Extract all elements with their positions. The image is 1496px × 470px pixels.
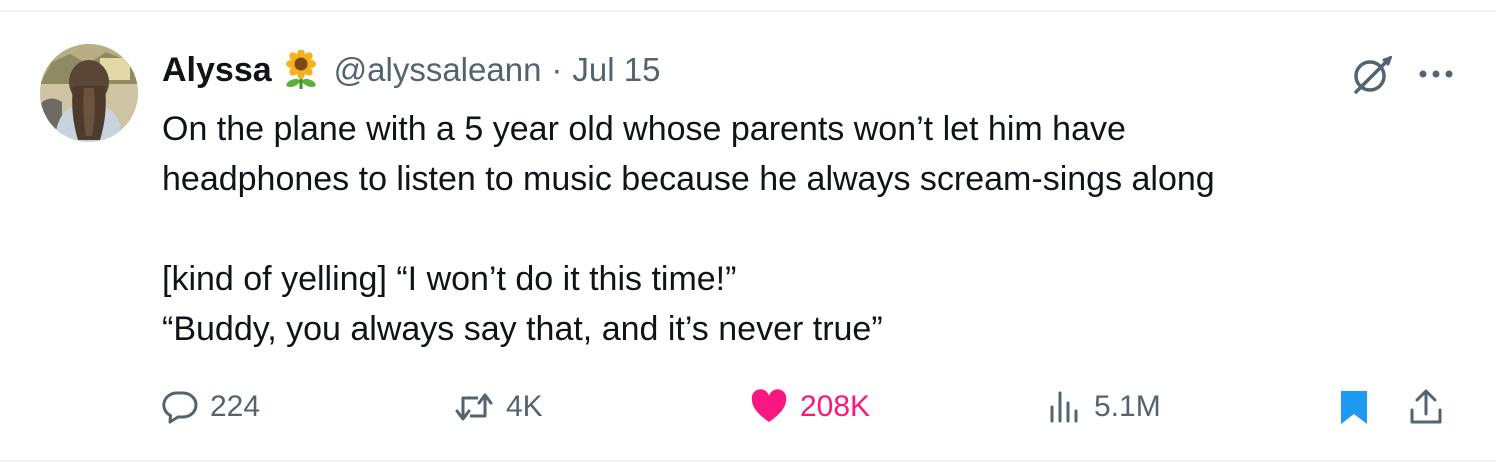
bottom-divider <box>0 460 1496 462</box>
top-divider <box>0 10 1496 12</box>
tweet-line: headphones to listen to music because he… <box>162 160 1215 198</box>
tweet-line: On the plane with a 5 year old whose par… <box>162 110 1126 148</box>
author-handle[interactable]: @alyssaleann <box>334 51 542 89</box>
repost-count: 4K <box>506 390 543 423</box>
tweet-header: Alyssa @alyssaleann · Jul 15 <box>162 49 660 90</box>
tweet-line: “Buddy, you always say that, and it’s ne… <box>162 310 883 348</box>
author-name[interactable]: Alyssa <box>162 51 272 90</box>
like-count: 208K <box>800 390 871 423</box>
share-upload-icon <box>1410 389 1442 424</box>
bookmark-button[interactable] <box>1338 382 1370 432</box>
bar-chart-icon <box>1050 391 1078 423</box>
tweet-line: [kind of yelling] “I won’t do it this ti… <box>162 260 737 298</box>
separator-dot: · <box>551 51 563 88</box>
repost-arrows-icon <box>455 393 493 421</box>
views-button[interactable]: 5.1M <box>1046 382 1161 432</box>
share-button[interactable] <box>1408 382 1444 432</box>
action-bar: 224 4K 208K 5.1M <box>162 382 1458 432</box>
heart-icon <box>751 389 787 422</box>
views-count: 5.1M <box>1094 390 1161 423</box>
avatar[interactable] <box>40 44 138 142</box>
tweet-text: On the plane with a 5 year old whose par… <box>162 104 1462 354</box>
sunflower-emoji-icon <box>280 49 322 90</box>
grok-icon[interactable] <box>1350 52 1394 96</box>
repost-button[interactable]: 4K <box>454 382 543 432</box>
reply-button[interactable]: 224 <box>162 382 260 432</box>
header-actions <box>1350 52 1456 96</box>
reply-count: 224 <box>210 390 261 423</box>
bookmark-icon <box>1341 391 1367 424</box>
tweet-date[interactable]: Jul 15 <box>572 51 660 89</box>
speech-bubble-icon <box>162 391 198 424</box>
like-button[interactable]: 208K <box>750 382 870 432</box>
more-dots-icon[interactable] <box>1416 54 1456 94</box>
avatar-photo <box>40 44 138 142</box>
